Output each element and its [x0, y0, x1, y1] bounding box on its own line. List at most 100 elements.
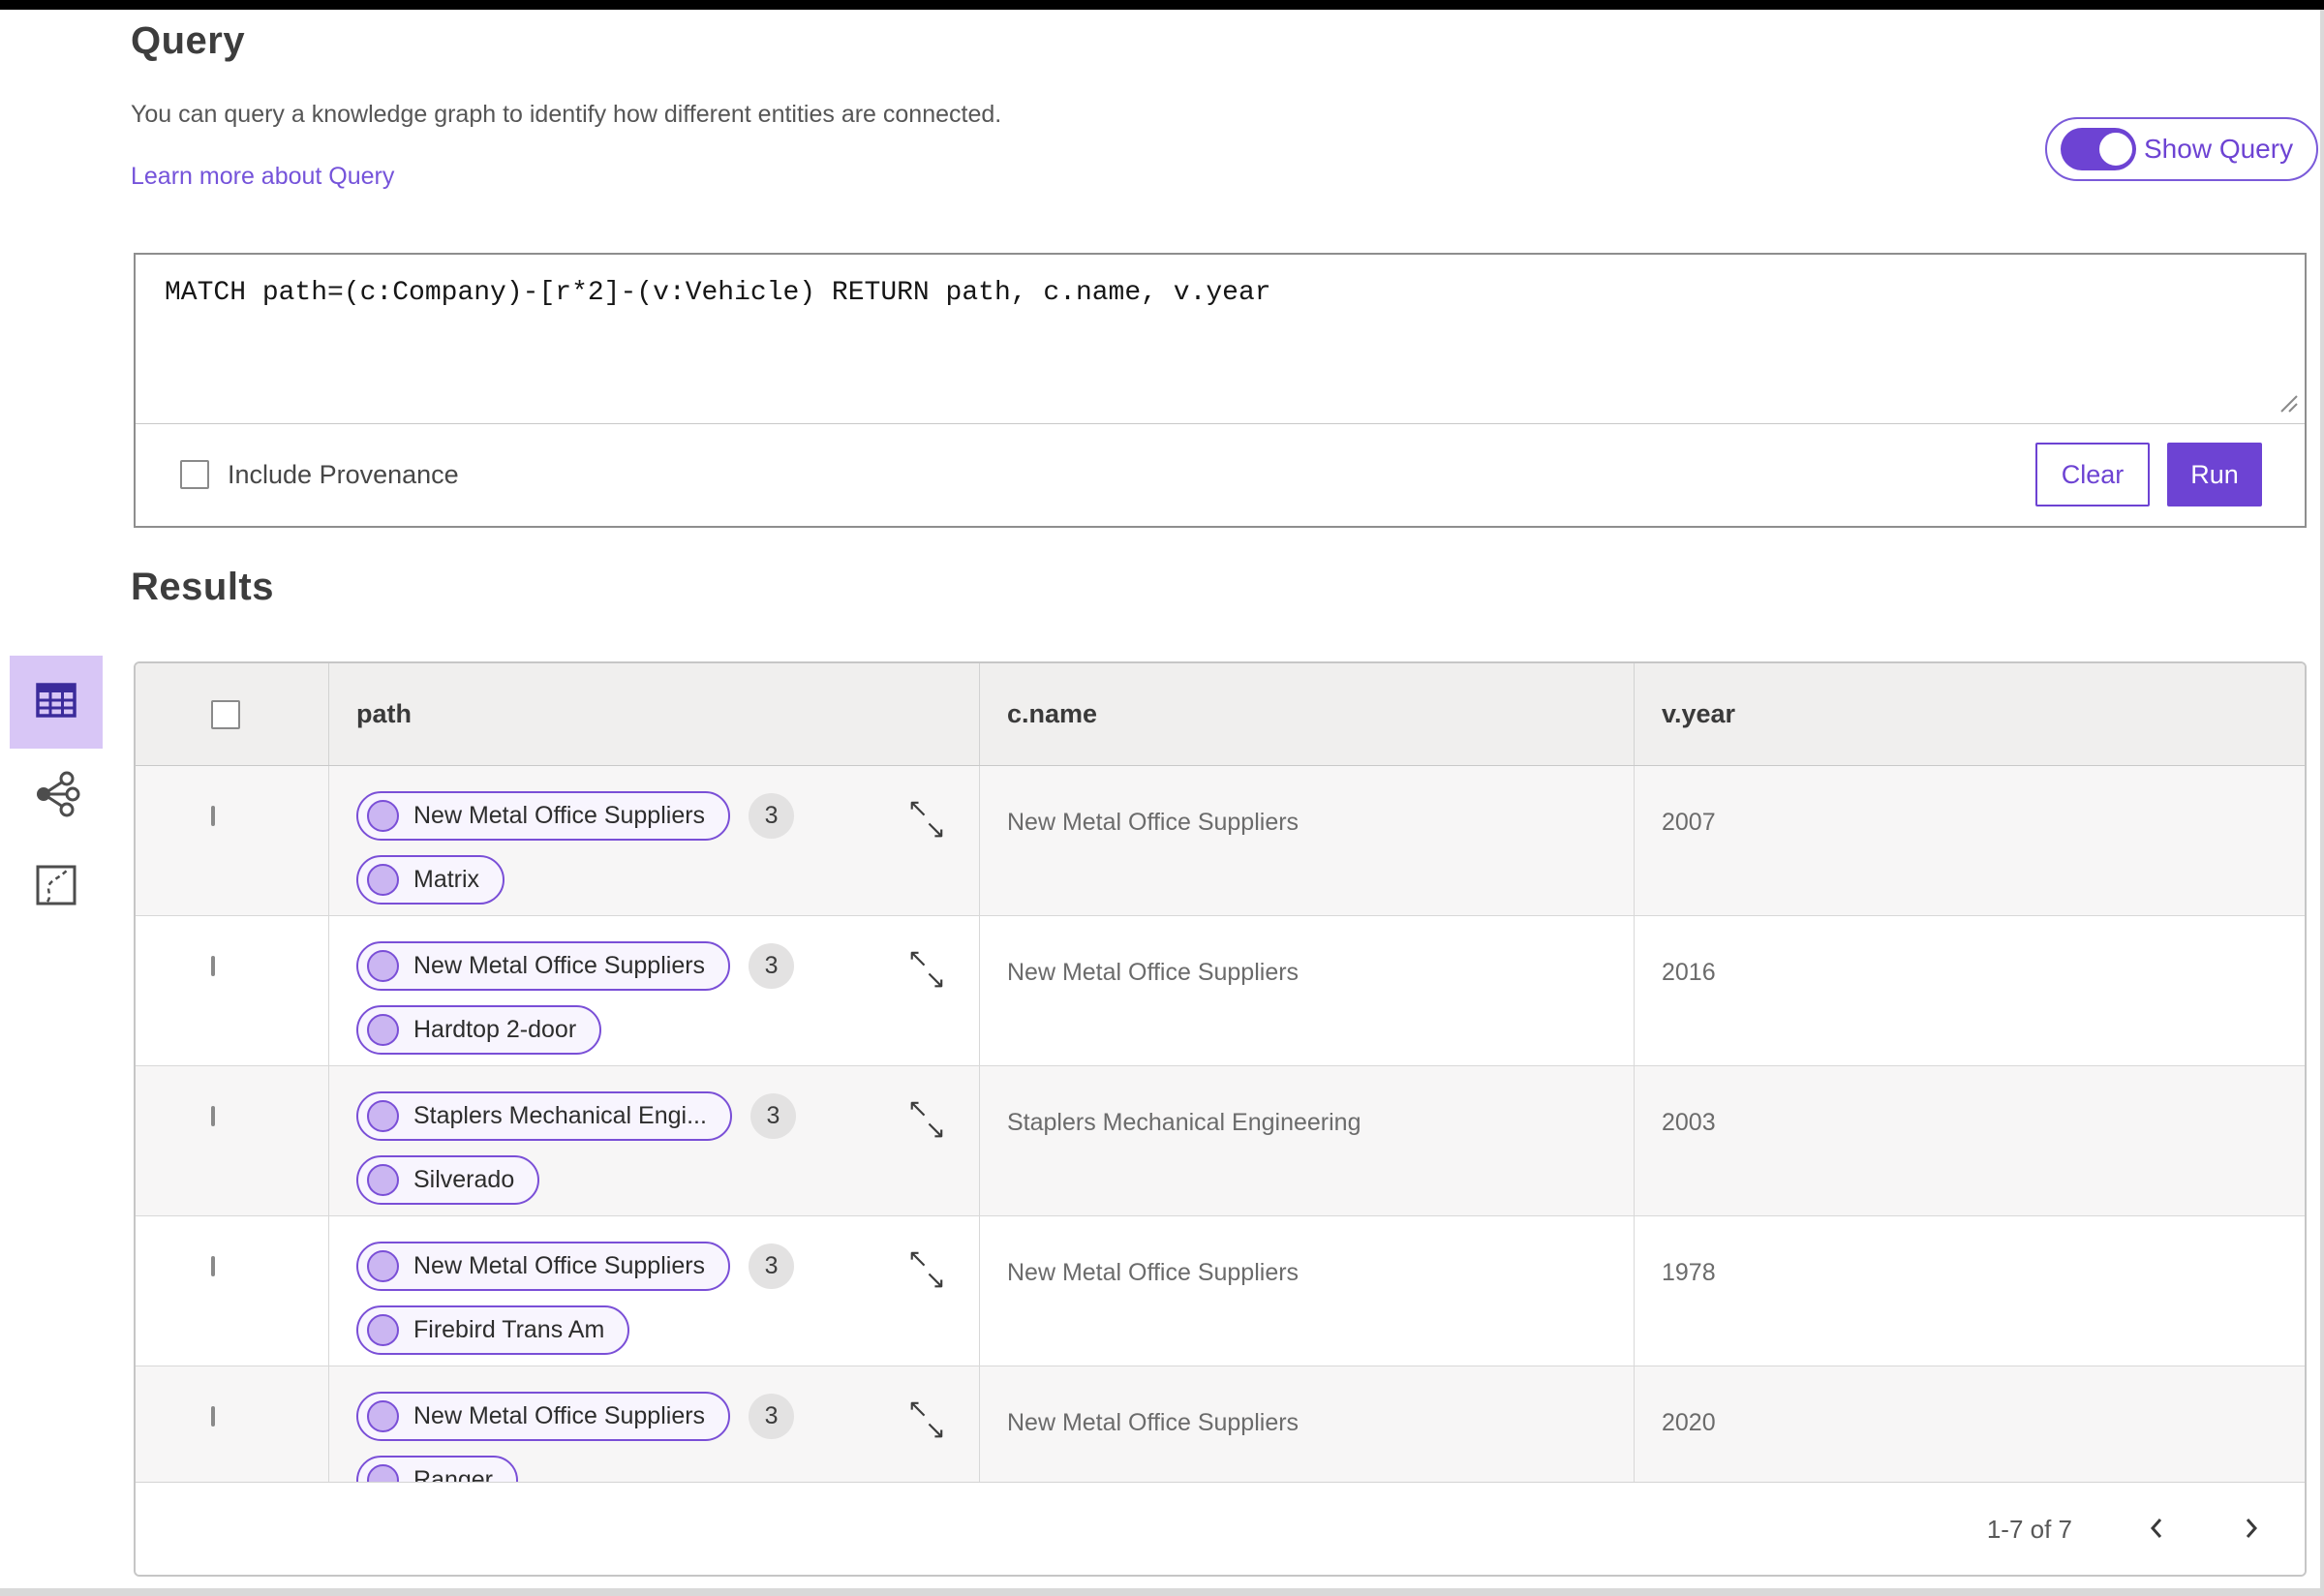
path-cell: New Metal Office Suppliers 3 ↖ ↘ Matrix [328, 766, 979, 915]
path-end-node-pill[interactable]: Ranger [356, 1456, 518, 1482]
hop-count-badge: 3 [749, 793, 795, 839]
path-start-node-label: New Metal Office Suppliers [413, 1252, 706, 1279]
path-end-node-pill[interactable]: Silverado [356, 1155, 540, 1205]
run-button[interactable]: Run [2167, 443, 2262, 506]
table-row: New Metal Office Suppliers 3 ↖ ↘ Ranger … [136, 1366, 2305, 1482]
vyear-cell: 2003 [1634, 1066, 2305, 1215]
cname-value: Staplers Mechanical Engineering [1007, 1109, 1361, 1136]
table-header-row: path c.name v.year [136, 663, 2305, 766]
map-view-icon [34, 863, 78, 912]
path-start-node-pill[interactable]: New Metal Office Suppliers [356, 1392, 731, 1441]
node-circle-icon [367, 1164, 399, 1196]
results-title: Results [131, 566, 274, 608]
expand-path-icon[interactable]: ↖ ↘ [907, 795, 950, 844]
row-checkbox[interactable] [211, 1256, 215, 1276]
include-provenance-label: Include Provenance [228, 459, 459, 489]
window-bottom-edge [0, 1588, 2324, 1596]
table-row: Staplers Mechanical Engi... 3 ↖ ↘ Silver… [136, 1066, 2305, 1216]
hop-count-badge: 3 [749, 1394, 795, 1439]
select-all-checkbox[interactable] [211, 699, 240, 729]
path-start-node-pill[interactable]: Staplers Mechanical Engi... [356, 1091, 732, 1141]
expand-path-icon[interactable]: ↖ ↘ [907, 1245, 950, 1294]
path-end-node-label: Matrix [413, 866, 480, 893]
toggle-switch-icon[interactable] [2061, 128, 2136, 170]
path-start-node-pill[interactable]: New Metal Office Suppliers [356, 791, 731, 841]
window-top-edge [0, 0, 2324, 10]
map-view-button[interactable] [25, 856, 87, 918]
query-input[interactable]: MATCH path=(c:Company)-[r*2]-(v:Vehicle)… [136, 255, 2305, 423]
vyear-value: 2007 [1662, 809, 1716, 836]
table-row: New Metal Office Suppliers 3 ↖ ↘ Firebir… [136, 1216, 2305, 1366]
query-editor-panel: MATCH path=(c:Company)-[r*2]-(v:Vehicle)… [134, 253, 2307, 528]
toggle-knob [2096, 130, 2135, 169]
include-provenance-checkbox[interactable] [180, 460, 209, 489]
cname-cell: New Metal Office Suppliers [979, 1366, 1634, 1482]
node-circle-icon [367, 1400, 399, 1432]
vyear-cell: 2007 [1634, 766, 2305, 915]
path-start-node-label: New Metal Office Suppliers [413, 802, 706, 829]
vyear-value: 2016 [1662, 959, 1716, 986]
clear-button[interactable]: Clear [2035, 443, 2150, 506]
previous-page-button[interactable] [2146, 1513, 2167, 1547]
expand-path-icon[interactable]: ↖ ↘ [907, 1396, 950, 1444]
node-circle-icon [367, 1014, 399, 1046]
textarea-resize-handle[interactable] [2277, 391, 2300, 419]
query-editor-area: MATCH path=(c:Company)-[r*2]-(v:Vehicle)… [136, 255, 2305, 424]
graph-view-icon [31, 769, 81, 824]
cname-cell: Staplers Mechanical Engineering [979, 1066, 1634, 1215]
learn-more-link[interactable]: Learn more about Query [131, 163, 394, 191]
path-start-node-pill[interactable]: New Metal Office Suppliers [356, 1242, 731, 1291]
hop-count-badge: 3 [749, 1243, 795, 1289]
expand-path-icon[interactable]: ↖ ↘ [907, 945, 950, 994]
chevron-right-icon [2241, 1513, 2262, 1547]
table-row: New Metal Office Suppliers 3 ↖ ↘ Hardtop… [136, 916, 2305, 1066]
path-end-node-pill[interactable]: Hardtop 2-door [356, 1005, 602, 1055]
vyear-value: 2003 [1662, 1109, 1716, 1136]
next-page-button[interactable] [2241, 1513, 2262, 1547]
path-start-node-pill[interactable]: New Metal Office Suppliers [356, 941, 731, 991]
node-circle-icon [367, 1250, 399, 1282]
node-circle-icon [367, 864, 399, 896]
row-checkbox[interactable] [211, 1106, 215, 1126]
table-row: New Metal Office Suppliers 3 ↖ ↘ Matrix … [136, 766, 2305, 916]
vyear-cell: 1978 [1634, 1216, 2305, 1366]
page-title: Query [131, 19, 246, 62]
cname-cell: New Metal Office Suppliers [979, 766, 1634, 915]
hop-count-badge: 3 [749, 943, 795, 989]
path-end-node-label: Silverado [413, 1166, 515, 1193]
node-circle-icon [367, 950, 399, 982]
path-start-node-label: New Metal Office Suppliers [413, 952, 706, 979]
pagination-bar: 1-7 of 7 [136, 1482, 2305, 1575]
path-end-node-label: Firebird Trans Am [413, 1316, 605, 1343]
window-right-edge [2320, 10, 2324, 1596]
column-header-cname[interactable]: c.name [979, 663, 1634, 765]
show-query-label: Show Query [2144, 134, 2294, 164]
node-circle-icon [367, 800, 399, 832]
path-end-node-pill[interactable]: Matrix [356, 855, 505, 905]
show-query-toggle[interactable]: Show Query [2045, 117, 2318, 181]
row-checkbox[interactable] [211, 806, 215, 826]
path-start-node-label: Staplers Mechanical Engi... [413, 1102, 707, 1129]
vyear-value: 2020 [1662, 1409, 1716, 1436]
expand-path-icon[interactable]: ↖ ↘ [907, 1095, 950, 1144]
node-circle-icon [367, 1100, 399, 1132]
cname-cell: New Metal Office Suppliers [979, 1216, 1634, 1366]
cname-cell: New Metal Office Suppliers [979, 916, 1634, 1065]
row-checkbox[interactable] [211, 1406, 215, 1427]
path-end-node-label: Ranger [413, 1466, 493, 1482]
row-checkbox[interactable] [211, 956, 215, 976]
column-header-vyear[interactable]: v.year [1634, 663, 2305, 765]
path-cell: New Metal Office Suppliers 3 ↖ ↘ Hardtop… [328, 916, 979, 1065]
path-end-node-label: Hardtop 2-door [413, 1016, 577, 1043]
graph-view-button[interactable] [23, 763, 89, 829]
path-cell: New Metal Office Suppliers 3 ↖ ↘ Ranger [328, 1366, 979, 1482]
column-header-path[interactable]: path [328, 663, 979, 765]
path-end-node-pill[interactable]: Firebird Trans Am [356, 1305, 630, 1355]
table-view-button[interactable] [10, 656, 103, 749]
results-table: path c.name v.year New Metal Office Supp… [134, 661, 2307, 1577]
vyear-value: 1978 [1662, 1259, 1716, 1286]
path-cell: New Metal Office Suppliers 3 ↖ ↘ Firebir… [328, 1216, 979, 1366]
chevron-left-icon [2146, 1513, 2167, 1547]
cname-value: New Metal Office Suppliers [1007, 1259, 1300, 1286]
path-cell: Staplers Mechanical Engi... 3 ↖ ↘ Silver… [328, 1066, 979, 1215]
